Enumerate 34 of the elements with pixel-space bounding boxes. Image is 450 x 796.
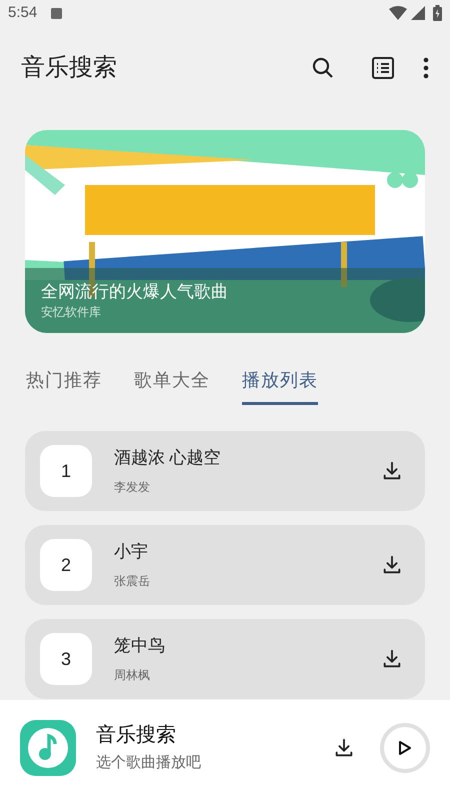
song-title: 笼中鸟 xyxy=(114,635,166,657)
tab[interactable]: 播放列表 xyxy=(242,358,318,405)
list-icon xyxy=(372,57,394,79)
song-artist: 张震岳 xyxy=(114,573,151,590)
more-icon xyxy=(423,57,429,79)
banner-source: 安忆软件库 xyxy=(41,304,102,321)
battery-icon xyxy=(433,5,442,21)
app-title: 音乐搜索 xyxy=(21,53,118,83)
song-card[interactable]: 1 酒越浓 心越空 李发发 xyxy=(25,431,425,511)
search-icon xyxy=(311,56,335,80)
track-number: 2 xyxy=(40,539,92,591)
tab[interactable]: 热门推荐 xyxy=(26,358,102,405)
tab[interactable]: 歌单大全 xyxy=(134,358,210,405)
song-card[interactable]: 2 小宇 张震岳 xyxy=(25,525,425,605)
status-time: 5:54 xyxy=(8,2,38,23)
download-icon xyxy=(333,737,355,759)
track-number: 1 xyxy=(40,445,92,497)
song-artist: 周林枫 xyxy=(114,667,151,684)
download-icon xyxy=(381,554,403,576)
banner-caption: 全网流行的火爆人气歌曲 xyxy=(41,281,228,303)
wifi-icon xyxy=(389,6,407,20)
player-subtitle: 选个歌曲播放吧 xyxy=(96,752,202,773)
player-title: 音乐搜索 xyxy=(96,722,177,748)
track-number: 3 xyxy=(40,633,92,685)
app-logo-icon xyxy=(20,720,76,776)
play-button[interactable] xyxy=(380,723,430,773)
song-title: 酒越浓 心越空 xyxy=(114,447,222,469)
song-title: 小宇 xyxy=(114,541,149,563)
download-icon xyxy=(381,460,403,482)
song-card[interactable]: 3 笼中鸟 周林枫 xyxy=(25,619,425,699)
signal-icon xyxy=(411,6,425,20)
play-icon xyxy=(398,740,412,756)
download-icon xyxy=(381,648,403,670)
song-artist: 李发发 xyxy=(114,479,151,496)
